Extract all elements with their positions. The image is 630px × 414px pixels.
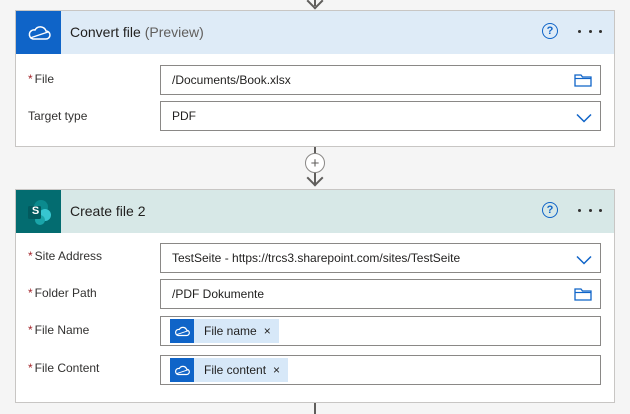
target-type-label: Target type [28,109,88,123]
folder-path-label: * Folder Path [28,285,97,301]
file-content-token[interactable]: File content × [170,358,289,382]
preview-tag: (Preview) [144,24,204,40]
more-options-icon[interactable] [578,198,602,222]
file-label-text: File [34,72,55,86]
file-content-label-text: File Content [34,361,100,375]
create-file-header[interactable]: S Create file 2 ? [16,190,614,233]
required-asterisk: * [28,286,33,300]
file-name-label: * File Name [28,322,89,338]
onedrive-cloud-icon [170,358,194,382]
help-icon[interactable]: ? [542,23,558,39]
create-file-card: S Create file 2 ? * Site Address TestSeit… [15,189,615,403]
file-name-label-text: File Name [34,323,90,337]
chevron-down-icon[interactable] [576,253,592,268]
more-options-icon[interactable] [578,19,602,43]
remove-token-icon[interactable]: × [264,324,271,338]
convert-file-card: Convert file (Preview) ? * File /Document… [15,10,615,147]
folder-path-value: /PDF Dokumente [172,287,265,301]
convert-file-header[interactable]: Convert file (Preview) ? [16,11,614,54]
folder-icon[interactable] [574,286,592,305]
site-address-label-text: Site Address [34,249,103,263]
folder-icon[interactable] [574,72,592,91]
chevron-down-icon[interactable] [576,111,592,126]
card-title: Convert file (Preview) [70,11,204,54]
file-field[interactable]: /Documents/Book.xlsx [160,65,601,95]
flow-connector-bottom [314,403,316,414]
file-label: * File [28,71,54,87]
folder-path-field[interactable]: /PDF Dokumente [160,279,601,309]
file-content-field[interactable]: File content × [160,355,601,385]
sharepoint-letter: S [31,205,40,217]
site-address-value: TestSeite - https://trcs3.sharepoint.com… [172,251,461,265]
card-title: Create file 2 [70,203,146,219]
required-asterisk: * [28,72,33,86]
token-label: File name [204,324,257,338]
token-label: File content [204,363,267,377]
help-icon[interactable]: ? [542,202,558,218]
required-asterisk: * [28,323,33,337]
site-address-label: * Site Address [28,248,102,264]
file-field-value: /Documents/Book.xlsx [172,73,291,87]
sharepoint-icon: S [16,190,61,233]
onedrive-cloud-icon [170,319,194,343]
file-name-field[interactable]: File name × [160,316,601,346]
target-type-value: PDF [172,109,196,123]
help-glyph: ? [546,204,554,216]
file-content-label: * File Content [28,360,99,376]
flow-arrow-mid [306,169,324,187]
required-asterisk: * [28,249,33,263]
help-glyph: ? [546,25,554,37]
site-address-dropdown[interactable]: TestSeite - https://trcs3.sharepoint.com… [160,243,601,273]
remove-token-icon[interactable]: × [273,363,280,377]
target-type-dropdown[interactable]: PDF [160,101,601,131]
required-asterisk: * [28,361,33,375]
folder-path-label-text: Folder Path [34,286,97,300]
onedrive-cloud-icon [16,11,61,54]
plus-glyph: + [310,154,320,172]
flow-arrow-top [306,0,324,10]
card-title-text: Convert file [70,24,141,40]
file-name-token[interactable]: File name × [170,319,279,343]
